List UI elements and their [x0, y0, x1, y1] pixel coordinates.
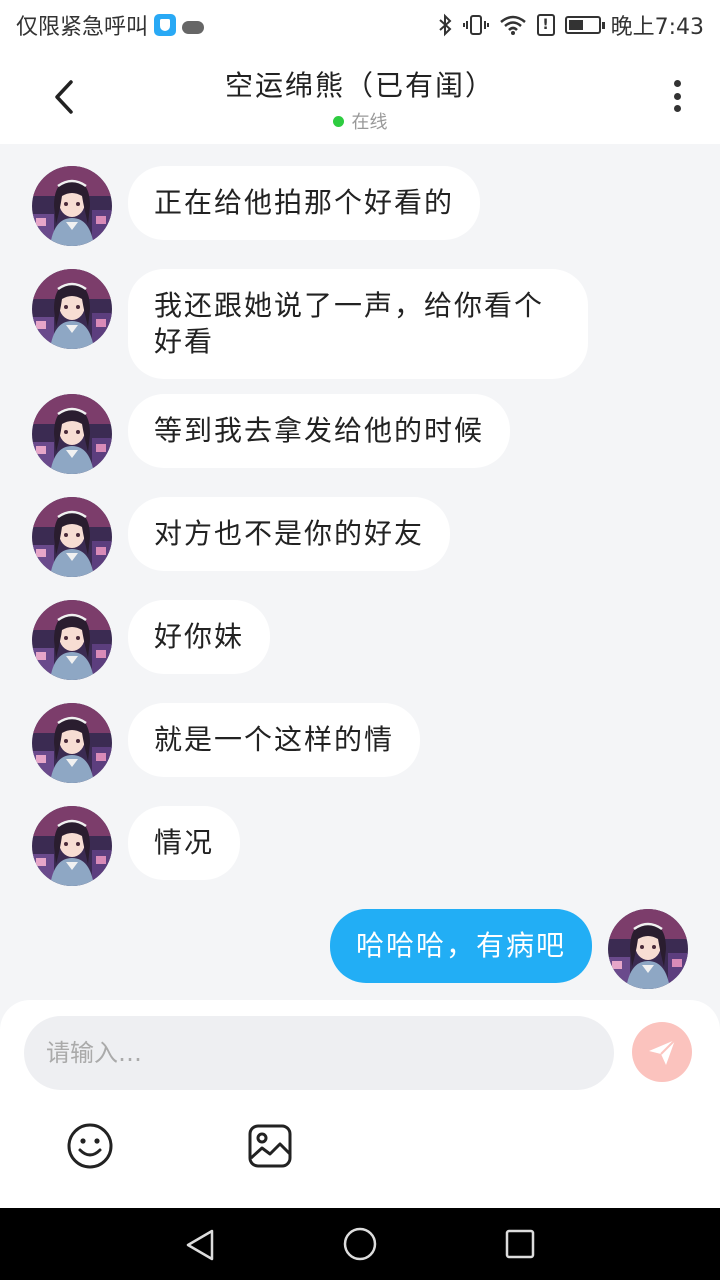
message-bubble[interactable]: 我还跟她说了一声，给你看个好看	[128, 269, 588, 379]
send-icon	[649, 1039, 676, 1065]
send-button[interactable]	[632, 1022, 692, 1082]
more-button[interactable]	[662, 76, 692, 116]
message-bubble[interactable]: 等到我去拿发给他的时候	[128, 394, 511, 468]
more-icon	[673, 80, 681, 87]
contact-name: 空运绵熊（已有闺）	[224, 69, 495, 102]
wifi-icon	[499, 15, 526, 35]
bluetooth-icon	[438, 13, 452, 37]
contact-avatar[interactable]	[32, 600, 112, 680]
contact-avatar[interactable]	[32, 166, 112, 246]
message-bubble[interactable]: 就是一个这样的情	[128, 703, 421, 777]
my-avatar[interactable]	[608, 909, 688, 989]
message-bubble[interactable]: 对方也不是你的好友	[128, 497, 451, 571]
online-label: 在线	[351, 112, 388, 133]
more-icon-dot	[673, 105, 681, 112]
back-icon	[55, 80, 73, 114]
online-dot-icon	[332, 115, 344, 127]
nav-recent-icon[interactable]	[505, 1229, 535, 1259]
contact-avatar[interactable]	[32, 269, 112, 349]
clock: 晚上7:43	[610, 15, 704, 40]
title-area: 空运绵熊（已有闺） 在线	[160, 64, 560, 134]
chat-header: 空运绵熊（已有闺） 在线	[0, 50, 720, 144]
nav-back-icon[interactable]	[184, 1228, 216, 1262]
contact-avatar[interactable]	[32, 806, 112, 886]
my-message-bubble[interactable]: 哈哈哈，有病吧	[329, 909, 592, 983]
status-left: 仅限紧急呼叫	[16, 9, 205, 41]
contact-avatar[interactable]	[32, 394, 112, 474]
shield-icon	[154, 14, 177, 36]
cloud-icon	[182, 20, 205, 34]
contact-avatar[interactable]	[32, 703, 112, 783]
alert-icon: !	[536, 14, 555, 36]
composer	[0, 1000, 720, 1208]
more-icon-dot	[673, 92, 681, 100]
message-input[interactable]	[24, 1016, 614, 1090]
status-right: ! 晚上7:43	[437, 9, 704, 41]
battery-icon	[564, 16, 605, 34]
emoji-icon[interactable]	[66, 1122, 114, 1170]
contact-avatar[interactable]	[32, 497, 112, 577]
message-bubble[interactable]: 正在给他拍那个好看的	[128, 166, 481, 240]
message-bubble[interactable]: 情况	[128, 806, 241, 880]
system-navbar	[0, 1208, 720, 1280]
carrier-text: 仅限紧急呼叫	[16, 15, 149, 40]
image-icon[interactable]	[246, 1122, 294, 1170]
vibrate-icon	[462, 15, 489, 35]
back-button[interactable]	[44, 72, 84, 122]
online-status: 在线	[160, 108, 560, 134]
message-list[interactable]: 正在给他拍那个好看的 我还跟她说了一声，给你看个好看 等到我去拿发给他的时候 对…	[0, 144, 720, 1000]
message-bubble[interactable]: 好你妹	[128, 600, 271, 674]
status-bar: 仅限紧急呼叫 ! 晚上7:43	[0, 0, 720, 50]
nav-home-icon[interactable]	[342, 1226, 378, 1262]
